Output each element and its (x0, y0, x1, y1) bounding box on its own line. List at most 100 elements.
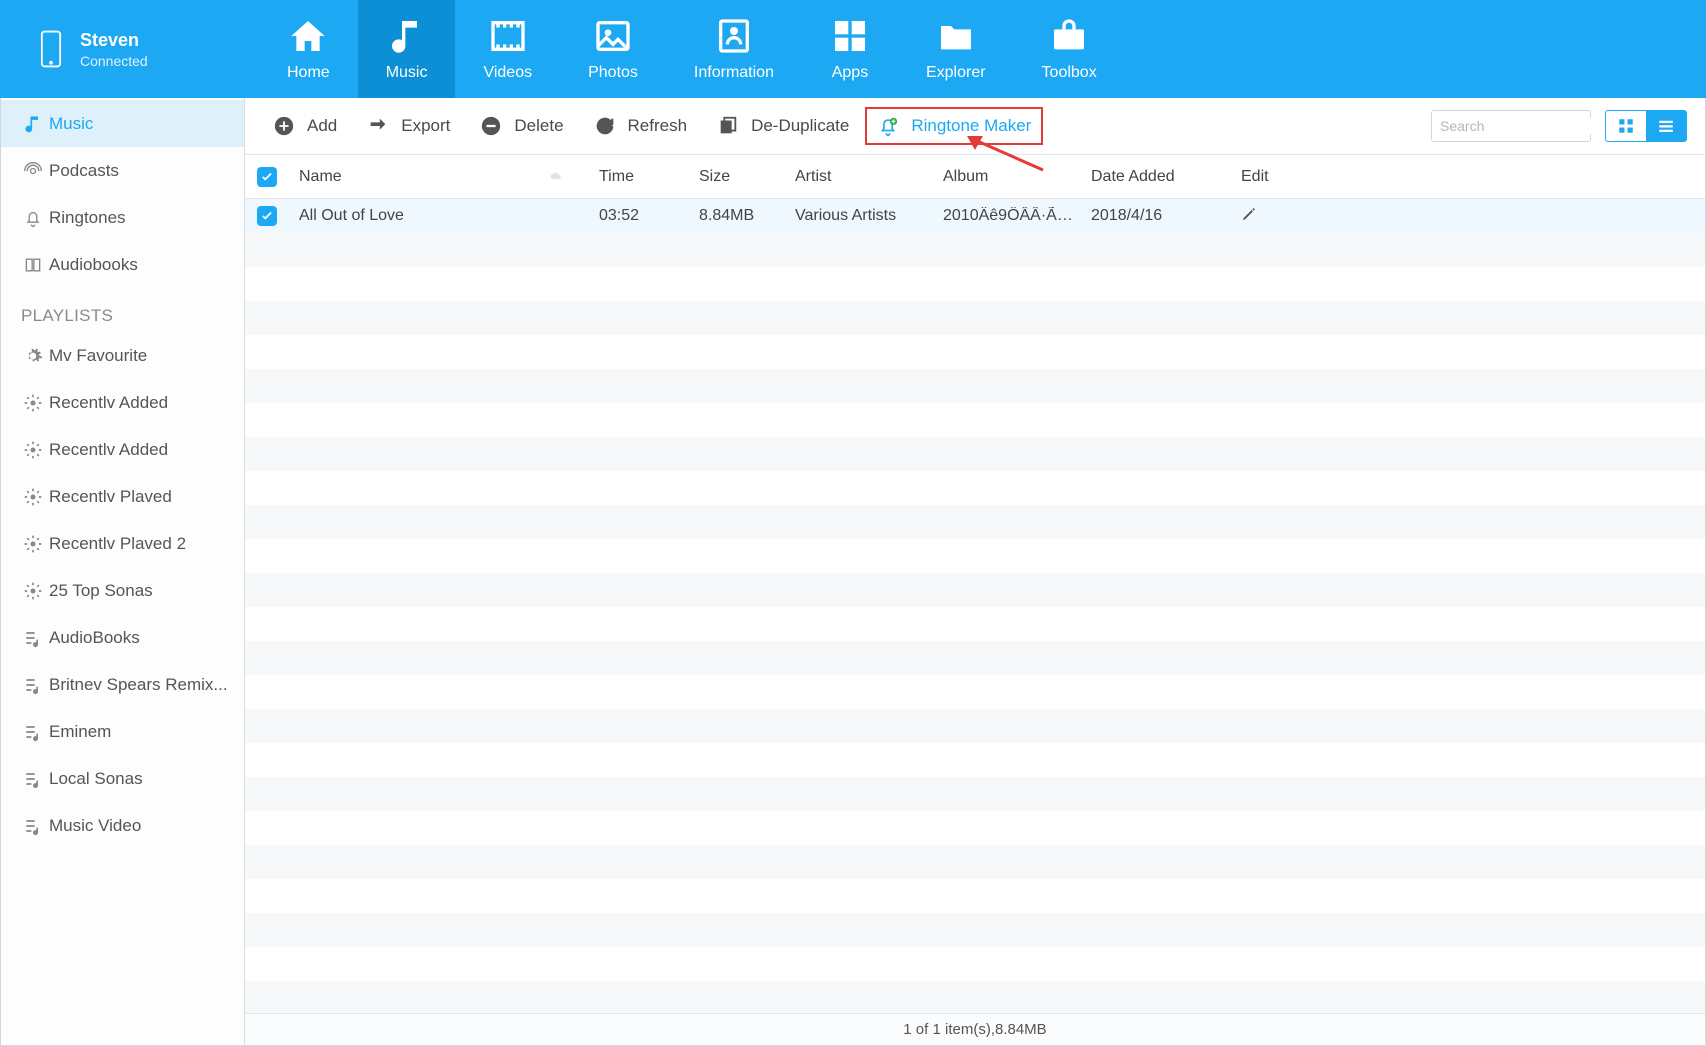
toolbar: Add Export Delete Refresh De-Duplicate R… (245, 98, 1705, 155)
sidebar-playlists-heading: PLAYLISTS (1, 288, 244, 332)
sidebar-item-music[interactable]: Music (1, 100, 244, 147)
tool-label: De-Duplicate (751, 116, 849, 136)
sidebar-playlist-item[interactable]: Recentlv Added (1, 379, 244, 426)
cell-size: 8.84MB (699, 207, 795, 225)
playlist-icon (23, 816, 43, 836)
search-field[interactable] (1431, 110, 1591, 142)
list-view-button[interactable] (1646, 111, 1686, 141)
tool-label: Refresh (628, 116, 688, 136)
toolbox-icon (1049, 16, 1089, 56)
sidebar-item-label: Music Video (49, 816, 141, 836)
nav-tab-music[interactable]: Music (358, 0, 456, 98)
nav-tab-videos[interactable]: Videos (455, 0, 560, 98)
nav-tab-toolbox[interactable]: Toolbox (1014, 0, 1125, 98)
refresh-button[interactable]: Refresh (580, 107, 702, 145)
sidebar-item-ringtones[interactable]: Ringtones (1, 194, 244, 241)
tool-label: Add (307, 116, 337, 136)
view-toggle (1605, 110, 1687, 142)
apps-icon (830, 16, 870, 56)
sidebar-item-label: Eminem (49, 722, 111, 742)
col-date[interactable]: Date Added (1091, 168, 1241, 186)
status-text: 1 of 1 item(s),8.84MB (903, 1021, 1046, 1038)
sidebar: Music Podcasts Ringtones Audiobooks PLAY… (1, 98, 245, 1045)
explorer-icon (936, 16, 976, 56)
nav-tab-home[interactable]: Home (259, 0, 358, 98)
grid-view-button[interactable] (1606, 111, 1646, 141)
playlist-icon (23, 675, 43, 695)
cell-time: 03:52 (599, 207, 699, 225)
empty-rows (245, 233, 1705, 1013)
tool-label: Ringtone Maker (911, 116, 1031, 136)
sidebar-item-label: Recentlv Added (49, 393, 168, 413)
col-name[interactable]: Name (299, 168, 599, 186)
sidebar-playlist-item[interactable]: Britnev Spears Remix... (1, 661, 244, 708)
sidebar-playlist-item[interactable]: Music Video (1, 802, 244, 849)
tool-label: Export (401, 116, 450, 136)
sidebar-item-podcasts[interactable]: Podcasts (1, 147, 244, 194)
sidebar-playlist-item[interactable]: 25 Top Sonas (1, 567, 244, 614)
pencil-icon (1241, 206, 1257, 222)
music-icon (387, 16, 427, 56)
sidebar-playlist-item[interactable]: Recentlv Added (1, 426, 244, 473)
delete-button[interactable]: Delete (466, 107, 577, 145)
device-name: Steven (80, 30, 148, 51)
videos-icon (488, 16, 528, 56)
cell-artist: Various Artists (795, 207, 943, 225)
sidebar-item-label: Mv Favourite (49, 346, 147, 366)
cell-name: All Out of Love (299, 207, 599, 225)
col-label: Name (299, 168, 342, 186)
sidebar-playlist-item[interactable]: Recentlv Plaved (1, 473, 244, 520)
gear-icon (23, 440, 43, 460)
podcast-icon (23, 161, 43, 181)
sidebar-item-label: Recentlv Plaved (49, 487, 172, 507)
gear-icon (23, 346, 43, 366)
sidebar-playlist-item[interactable]: Mv Favourite (1, 332, 244, 379)
deduplicate-icon (717, 115, 739, 137)
nav-tab-explorer[interactable]: Explorer (898, 0, 1014, 98)
ringtone-maker-button[interactable]: Ringtone Maker (865, 107, 1043, 145)
col-album[interactable]: Album (943, 168, 1091, 186)
col-size[interactable]: Size (699, 168, 795, 186)
search-input[interactable] (1440, 118, 1621, 134)
nav-tabs: Home Music Videos Photos Information App… (259, 0, 1706, 98)
col-edit[interactable]: Edit (1241, 168, 1321, 186)
phone-icon (40, 30, 62, 68)
book-icon (23, 255, 43, 275)
col-label: Size (699, 168, 730, 185)
sidebar-playlist-item[interactable]: AudioBooks (1, 614, 244, 661)
nav-label: Music (386, 64, 428, 82)
sidebar-item-audiobooks[interactable]: Audiobooks (1, 241, 244, 288)
sidebar-playlist-item[interactable]: Recentlv Plaved 2 (1, 520, 244, 567)
nav-label: Toolbox (1042, 64, 1097, 82)
gear-icon (23, 393, 43, 413)
sidebar-item-label: Local Sonas (49, 769, 143, 789)
check-icon (260, 170, 274, 184)
tool-label: Delete (514, 116, 563, 136)
nav-label: Videos (483, 64, 532, 82)
refresh-icon (594, 115, 616, 137)
photos-icon (593, 16, 633, 56)
cell-date: 2018/4/16 (1091, 207, 1241, 225)
sidebar-playlist-item[interactable]: Local Sonas (1, 755, 244, 802)
select-all-checkbox[interactable] (257, 167, 277, 187)
export-button[interactable]: Export (353, 107, 464, 145)
table-row[interactable]: All Out of Love 03:52 8.84MB Various Art… (245, 199, 1705, 233)
nav-label: Explorer (926, 64, 986, 82)
col-time[interactable]: Time (599, 168, 699, 186)
export-icon (367, 115, 389, 137)
gear-icon (23, 487, 43, 507)
nav-tab-information[interactable]: Information (666, 0, 802, 98)
cell-edit[interactable] (1241, 206, 1321, 227)
device-status: Connected (80, 53, 148, 69)
sidebar-item-label: Recentlv Added (49, 440, 168, 460)
deduplicate-button[interactable]: De-Duplicate (703, 107, 863, 145)
add-button[interactable]: Add (259, 107, 351, 145)
device-panel[interactable]: Steven Connected (0, 0, 259, 98)
nav-tab-apps[interactable]: Apps (802, 0, 898, 98)
row-checkbox[interactable] (257, 206, 277, 226)
col-artist[interactable]: Artist (795, 168, 943, 186)
nav-tab-photos[interactable]: Photos (560, 0, 666, 98)
nav-label: Home (287, 64, 330, 82)
sidebar-playlist-item[interactable]: Eminem (1, 708, 244, 755)
col-label: Album (943, 168, 988, 185)
